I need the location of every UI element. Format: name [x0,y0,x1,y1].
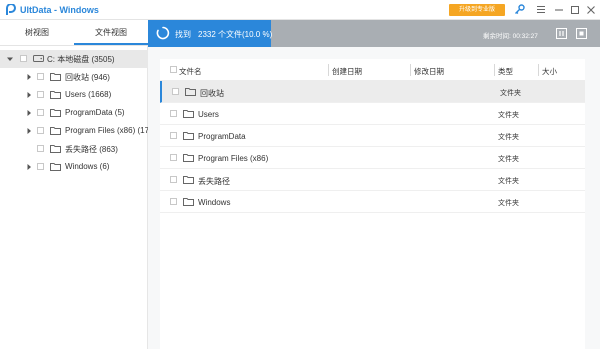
folder-icon [183,176,194,184]
column-divider[interactable] [328,64,329,76]
checkbox[interactable] [170,176,177,183]
key-icon[interactable] [513,3,526,16]
tree-item-label: 丢失路径 (863) [65,145,118,154]
tree-item-program-files-x86[interactable]: Program Files (x86) (17 [0,122,148,140]
folder-icon [50,109,61,117]
tree-item-label: ProgramData (5) [65,108,125,117]
checkbox[interactable] [170,110,177,117]
folder-icon [185,88,196,96]
column-divider[interactable] [538,64,539,76]
left-panel: 树视图 文件视图 C: 本地磁盘 (3505) 回收站 (946) Users … [0,20,148,349]
row-type: 文件夹 [498,178,519,185]
table-row[interactable]: 回收站 文件夹 [160,81,585,103]
header-modified[interactable]: 修改日期 [414,66,444,77]
checkbox[interactable] [37,127,44,134]
checkbox[interactable] [170,154,177,161]
tree-item-programdata[interactable]: ProgramData (5) [0,104,148,122]
loading-spinner-icon [156,26,170,40]
found-label: 找到 [175,30,191,39]
maximize-icon[interactable] [568,3,581,16]
checkbox[interactable] [20,55,27,62]
column-divider[interactable] [494,64,495,76]
folder-icon [50,91,61,99]
tree-item-label: 回收站 (946) [65,73,110,82]
chevron-right-icon[interactable] [25,127,33,135]
scan-status-bar: 找到 2332 个文件(10.0 %) 剩余时间: 00:32:27 [148,20,600,47]
drive-icon [33,55,44,62]
folder-icon [50,145,61,153]
checkbox[interactable] [37,73,44,80]
select-all-checkbox[interactable] [170,66,177,73]
tree-item-label: Program Files (x86) (17 [65,126,148,135]
folder-icon [183,132,194,140]
row-name: ProgramData [198,132,246,141]
chevron-right-icon[interactable] [25,91,33,99]
table-row[interactable]: ProgramData 文件夹 [160,125,585,147]
minimize-icon[interactable] [552,3,565,16]
folder-icon [50,127,61,135]
remaining-time: 剩余时间: 00:32:27 [483,33,538,40]
app-title: UltData - Windows [20,5,99,15]
header-created[interactable]: 创建日期 [332,66,362,77]
row-name: 丢失路径 [198,177,230,186]
tree-item-label: C: 本地磁盘 (3505) [47,55,115,64]
tree-item-users[interactable]: Users (1668) [0,86,148,104]
row-name: Windows [198,198,231,207]
row-type: 文件夹 [500,90,521,97]
found-count: 2332 个文件(10.0 %) [198,30,273,39]
checkbox[interactable] [170,198,177,205]
checkbox[interactable] [37,145,44,152]
header-name[interactable]: 文件名 [179,66,202,77]
row-name: Program Files (x86) [198,154,269,163]
folder-icon [183,198,194,206]
file-list-area: 文件名 创建日期 修改日期 类型 大小 回收站 文件夹 Users 文件夹 Pr… [148,47,600,349]
tree-item-label: Users (1668) [65,90,112,99]
tab-divider [0,45,148,46]
ultdata-logo-icon [6,4,16,15]
table-row[interactable]: Program Files (x86) 文件夹 [160,147,585,169]
chevron-right-icon[interactable] [25,109,33,117]
row-type: 文件夹 [498,200,519,207]
title-bar: UltData - Windows 升级到专业版 [0,0,600,20]
column-divider[interactable] [410,64,411,76]
folder-icon [50,163,61,171]
tab-tree-view[interactable]: 树视图 [0,20,74,45]
menu-icon[interactable] [534,3,547,16]
close-icon[interactable] [584,3,597,16]
file-list: 文件名 创建日期 修改日期 类型 大小 回收站 文件夹 Users 文件夹 Pr… [160,59,585,349]
checkbox[interactable] [37,109,44,116]
chevron-down-icon[interactable] [6,55,14,63]
tree-item-recycle-bin[interactable]: 回收站 (946) [0,68,148,86]
row-type: 文件夹 [498,156,519,163]
checkbox[interactable] [37,163,44,170]
pause-icon [559,31,564,36]
folder-icon [183,154,194,162]
table-row[interactable]: Windows 文件夹 [160,191,585,213]
tree-root-drive[interactable]: C: 本地磁盘 (3505) [0,50,148,68]
row-name: Users [198,110,219,119]
chevron-right-icon[interactable] [25,73,33,81]
stop-icon [579,31,584,36]
tree-item-label: Windows (6) [65,162,110,171]
tree-item-lost-path[interactable]: 丢失路径 (863) [0,140,148,158]
folder-icon [50,73,61,81]
chevron-right-icon[interactable] [25,163,33,171]
checkbox[interactable] [37,91,44,98]
folder-icon [183,110,194,118]
tree-item-windows[interactable]: Windows (6) [0,158,148,176]
header-size[interactable]: 大小 [542,66,557,77]
row-name: 回收站 [200,89,224,98]
checkbox[interactable] [170,132,177,139]
stop-button[interactable] [576,28,587,39]
row-type: 文件夹 [498,112,519,119]
pause-button[interactable] [556,28,567,39]
table-row[interactable]: Users 文件夹 [160,103,585,125]
upgrade-button[interactable]: 升级到专业版 [449,4,505,16]
table-header: 文件名 创建日期 修改日期 类型 大小 [160,59,585,81]
checkbox[interactable] [172,88,179,95]
header-type[interactable]: 类型 [498,66,513,77]
row-type: 文件夹 [498,134,519,141]
table-row[interactable]: 丢失路径 文件夹 [160,169,585,191]
tab-file-view[interactable]: 文件视图 [74,20,148,45]
